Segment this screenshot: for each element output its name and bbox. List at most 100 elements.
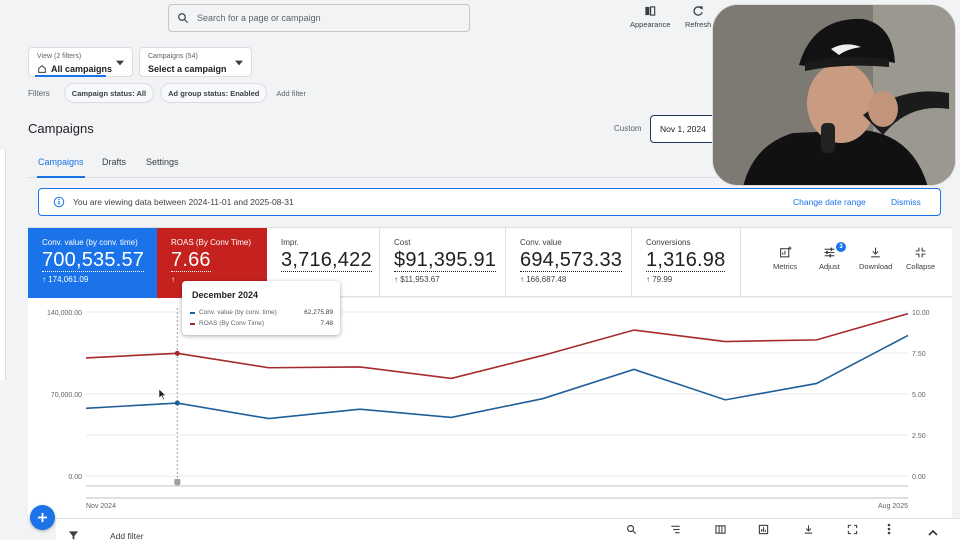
x-tick-label: Aug 2025 <box>878 503 908 510</box>
custom-range-label: Custom <box>614 124 642 133</box>
y-right-tick-label: 5.00 <box>912 392 926 399</box>
webcam-overlay <box>712 4 956 186</box>
active-underline <box>35 75 106 77</box>
metric-value: 1,316.98 <box>646 249 726 272</box>
reports-icon[interactable] <box>758 524 769 535</box>
tooltip-row-conv-value: Conv. value (by conv. time) 62,275.89 <box>190 309 333 316</box>
metric-value: 3,716,422 <box>281 249 372 272</box>
download-button[interactable]: Download <box>859 246 892 271</box>
highlight-point-roas <box>174 350 180 356</box>
mouse-cursor-icon <box>159 389 167 400</box>
metric-value: 700,535.57 <box>42 249 145 272</box>
tab-drafts[interactable]: Drafts <box>102 157 126 167</box>
columns-icon[interactable] <box>715 524 726 535</box>
range-handle <box>174 479 181 485</box>
filter-icon[interactable] <box>68 530 79 540</box>
performance-chart: 140,000.00 70,000.00 0.00 10.00 7.50 5.00 2.50… <box>28 298 952 518</box>
metric-label: Conv. value (by conv. time) <box>42 238 138 247</box>
download-icon[interactable] <box>803 524 814 535</box>
series-line-conv-value <box>85 334 909 420</box>
appearance-button[interactable]: Appearance <box>630 4 670 29</box>
banner-message: You are viewing data between 2024-11-01 … <box>73 197 294 207</box>
more-vert-icon[interactable] <box>886 523 892 535</box>
y-right-tick-label: 10.00 <box>912 310 930 317</box>
metric-card-conv-value[interactable]: Conv. value 694,573.33 ↑ 166,687.48 <box>506 228 632 298</box>
add-filter-link[interactable]: Add filter <box>276 89 306 98</box>
plus-icon <box>37 512 48 523</box>
metric-label: Conv. value <box>520 238 562 247</box>
metric-card-conversions[interactable]: Conversions 1,316.98 ↑ 79.99 <box>632 228 741 298</box>
metric-label: Conversions <box>646 238 691 247</box>
metrics-label: Metrics <box>773 262 798 271</box>
y-left-tick-label: 140,000.00 <box>47 310 82 317</box>
series-swatch <box>190 322 195 325</box>
tooltip-series-value: 62,275.89 <box>304 309 333 316</box>
download-icon <box>871 247 881 258</box>
presenter-video <box>713 5 955 185</box>
y-left-tick-label: 70,000.00 <box>51 392 82 399</box>
filter-chip-ad-group-status[interactable]: Ad group status: Enabled <box>160 83 268 103</box>
search-icon[interactable] <box>626 524 637 535</box>
adjust-icon <box>824 247 835 258</box>
collapse-button[interactable]: Collapse <box>906 246 935 271</box>
collapse-label: Collapse <box>906 262 936 271</box>
left-panel-edge <box>0 150 6 380</box>
x-tick-label: Nov 2024 <box>86 503 116 510</box>
search-input[interactable]: Search for a page or campaign <box>168 4 470 32</box>
chevron-down-icon <box>116 60 124 66</box>
search-placeholder: Search for a page or campaign <box>197 13 321 23</box>
chevron-up-icon[interactable] <box>928 529 938 536</box>
metric-label: Cost <box>394 238 411 247</box>
refresh-icon <box>693 6 703 16</box>
view-value: All campaigns <box>37 64 112 74</box>
tab-settings[interactable]: Settings <box>146 157 179 167</box>
filter-chip-campaign-status[interactable]: Campaign status: All <box>63 83 155 103</box>
collapse-icon <box>915 247 926 258</box>
refresh-button[interactable]: Refresh <box>685 4 711 29</box>
home-icon <box>38 65 46 73</box>
table-add-filter[interactable]: Add filter <box>110 531 144 540</box>
active-tab-underline <box>37 176 85 178</box>
tooltip-series-value: 7.48 <box>320 320 333 327</box>
metric-label: Impr. <box>281 238 299 247</box>
line-chart: 140,000.00 70,000.00 0.00 10.00 7.50 5.00 2.50… <box>47 308 930 510</box>
search-icon <box>178 13 188 23</box>
view-value-text: All campaigns <box>51 64 113 74</box>
tooltip-row-roas: ROAS (By Conv Time) 7.48 <box>190 320 333 327</box>
change-date-range-button[interactable]: Change date range <box>793 197 866 207</box>
segment-icon[interactable] <box>670 524 681 535</box>
metric-label: ROAS (By Conv Time) <box>171 238 252 247</box>
tab-campaigns[interactable]: Campaigns <box>38 157 84 167</box>
campaign-selector[interactable]: Campaigns (54) Select a campaign <box>139 47 252 77</box>
date-range-start: Nov 1, 2024 <box>660 124 706 134</box>
metric-change: 174,061.09 <box>48 275 89 284</box>
metrics-button[interactable]: Metrics <box>773 246 797 271</box>
metric-change: 79.99 <box>652 275 673 284</box>
metric-value: 7.66 <box>171 249 211 272</box>
dismiss-button[interactable]: Dismiss <box>891 197 921 207</box>
y-right-tick-label: 2.50 <box>912 433 926 440</box>
view-selector[interactable]: View (2 filters) All campaigns <box>28 47 133 77</box>
appearance-icon <box>645 6 656 16</box>
tooltip-series-name: Conv. value (by conv. time) <box>199 309 277 316</box>
metric-cards: Conv. value (by conv. time) 700,535.57 ↑… <box>28 227 952 298</box>
metric-change: 166,687.48 <box>526 275 567 284</box>
series-swatch <box>190 311 195 314</box>
refresh-label: Refresh <box>685 20 712 29</box>
y-right-tick-label: 0.00 <box>912 474 926 481</box>
create-fab-button[interactable] <box>30 505 55 530</box>
chevron-down-icon <box>235 60 243 66</box>
view-caption: View (2 filters) <box>37 53 82 60</box>
tooltip-series-name: ROAS (By Conv Time) <box>199 320 265 327</box>
expand-icon[interactable] <box>847 524 858 535</box>
metric-card-conv-value-by-time[interactable]: Conv. value (by conv. time) 700,535.57 ↑… <box>28 228 157 298</box>
metrics-icon <box>779 246 792 258</box>
metric-change: $11,953.67 <box>400 275 440 284</box>
y-right-tick-label: 7.50 <box>912 351 926 358</box>
date-info-banner: You are viewing data between 2024-11-01 … <box>38 188 941 216</box>
tooltip-title: December 2024 <box>192 290 259 300</box>
filter-bar: Filters Campaign status: All Ad group st… <box>28 83 306 103</box>
appearance-label: Appearance <box>630 20 671 29</box>
table-toolbar: Add filter <box>56 518 960 540</box>
metric-card-cost[interactable]: Cost $91,395.91 ↑ $11,953.67 <box>380 228 506 298</box>
